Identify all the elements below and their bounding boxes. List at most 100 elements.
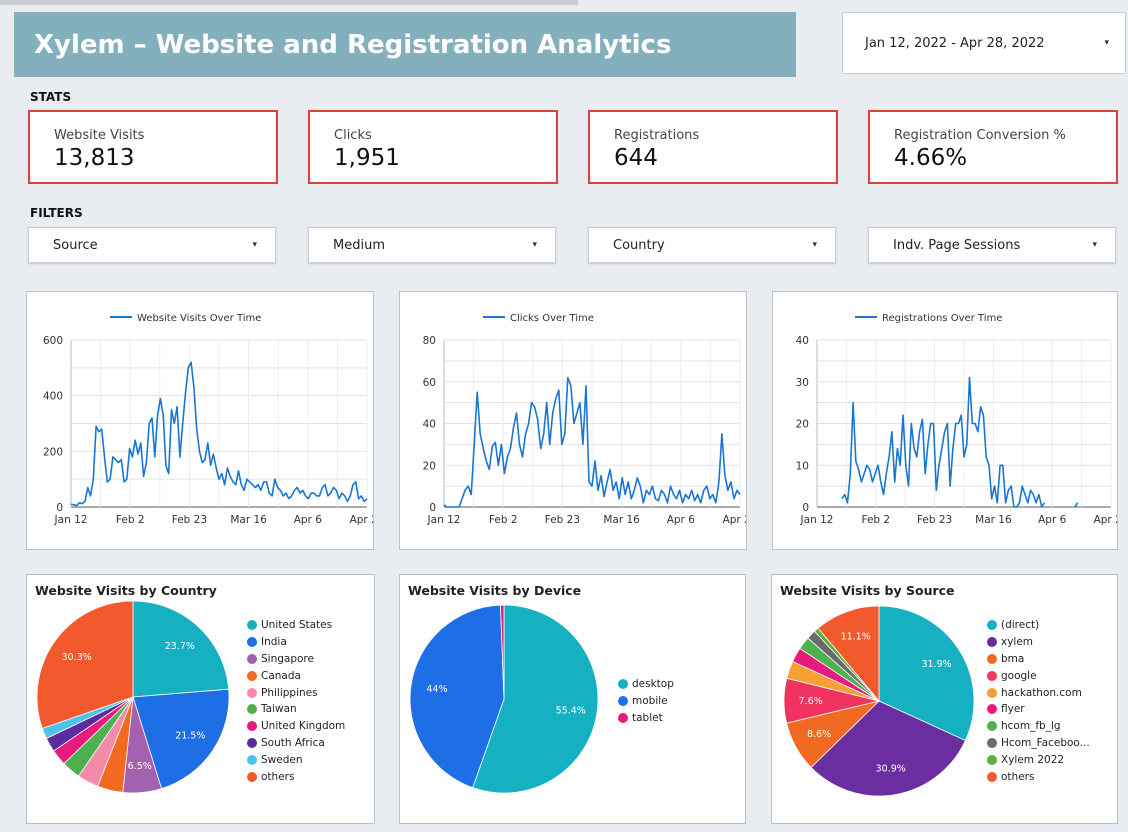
y-tick-label: 30 [796,377,809,389]
x-tick-label: Jan 12 [427,514,461,526]
chart-legend: Website Visits Over Time [110,313,261,324]
legend-label: google [1001,669,1037,682]
legend-label: tablet [632,711,663,724]
x-tick-label: Feb 2 [489,514,518,526]
y-tick-label: 600 [43,335,63,347]
legend-label: xylem [1001,636,1034,649]
date-range-picker[interactable]: Jan 12, 2022 - Apr 28, 2022 ▾ [842,12,1126,74]
x-tick-label: Apr 6 [667,514,696,526]
chart-visits-by-source: Website Visits by Source 31.9% 30.9% 8.6% 7… [771,574,1118,824]
legend-swatch [987,670,997,681]
x-tick-label: Feb 23 [917,514,952,526]
legend-label: Sweden [261,753,303,766]
chart-legend: (direct) xylem bma google hackathon.com flyer… [987,617,1090,785]
legend-label: South Africa [261,736,325,749]
legend-item: google [987,667,1090,684]
y-tick-label: 40 [423,419,436,431]
y-tick-label: 200 [43,446,63,458]
legend-item: desktop [618,676,674,693]
filter-label: Country [613,237,665,253]
legend-label: Canada [261,669,301,682]
filter-page-sessions[interactable]: Indv. Page Sessions ▾ [868,227,1116,263]
legend-label: Clicks Over Time [510,313,594,324]
legend-swatch [987,721,997,732]
top-border [0,0,578,5]
legend-label: Website Visits Over Time [137,313,261,324]
kpi-value: 644 [614,145,658,171]
legend-item: South Africa [247,735,345,752]
legend-swatch [618,679,628,690]
dashboard-title: Xylem – Website and Registration Analyti… [14,12,796,77]
slice-data-label: 7.6% [799,696,823,707]
legend-label: hackathon.com [1001,686,1082,699]
date-range-label: Jan 12, 2022 - Apr 28, 2022 [865,35,1045,51]
legend-item: hackathon.com [987,684,1090,701]
legend-swatch [987,637,997,648]
kpi-registration-conversion: Registration Conversion % 4.66% [868,110,1118,184]
legend-item: Canada [247,667,345,684]
legend-label: others [1001,770,1035,783]
x-tick-label: Feb 2 [861,514,890,526]
kpi-label: Website Visits [54,128,145,143]
slice-data-label: 6.5% [128,761,152,772]
filter-country[interactable]: Country ▾ [588,227,836,263]
slice-data-label: 30.9% [876,763,906,774]
legend-swatch [987,687,997,698]
kpi-website-visits: Website Visits 13,813 [28,110,278,184]
y-tick-label: 0 [56,502,63,514]
line-chart-svg: Website Visits Over Time 0 200 400 600 Jan 12… [43,313,373,526]
filter-label: Indv. Page Sessions [893,237,1021,253]
x-tick-label: Feb 23 [172,514,207,526]
x-tick-label: Apr 6 [1038,514,1067,526]
legend-label: Registrations Over Time [882,313,1002,324]
filter-label: Medium [333,237,385,253]
x-tick-label: Feb 2 [116,514,145,526]
legend-label: desktop [632,678,674,691]
slice-data-label: 21.5% [175,731,205,742]
legend-swatch [987,771,997,782]
filter-source[interactable]: Source ▾ [28,227,276,263]
filter-medium[interactable]: Medium ▾ [308,227,556,263]
legend-label: mobile [632,695,668,708]
kpi-label: Clicks [334,128,372,143]
slice-data-label: 55.4% [556,705,586,716]
legend-item: Hcom_Faceboo... [987,735,1090,752]
legend-swatch [247,721,257,732]
kpi-value: 4.66% [894,145,968,171]
legend-swatch [987,754,997,765]
legend-swatch [987,704,997,715]
pie-chart-svg: 55.4% 44% [409,604,599,794]
legend-swatch [987,737,997,748]
slice-data-label: 30.3% [62,652,92,663]
legend-swatch [247,620,257,631]
legend-item: Singapore [247,651,345,668]
y-tick-label: 0 [429,502,436,514]
chevron-down-icon: ▾ [1104,38,1109,48]
legend-swatch [247,737,257,748]
filter-label: Source [53,237,98,253]
kpi-value: 13,813 [54,145,135,171]
line-chart-svg: Registrations Over Time 0 10 20 30 40 Jan 12 Fe… [796,313,1117,526]
chart-visits-by-country: Website Visits by Country 23.7% 21.5% 6.5%… [26,574,375,824]
x-tick-label: Jan 12 [54,514,88,526]
legend-label: Singapore [261,652,314,665]
x-tick-label: Mar 16 [230,514,267,526]
legend-swatch [247,704,257,715]
legend-swatch [247,754,257,765]
legend-swatch [247,637,257,648]
line-chart-svg: Clicks Over Time 0 20 40 60 80 Jan 12 Feb 2 Feb … [423,313,746,526]
chevron-down-icon: ▾ [532,240,537,250]
legend-item: United Kingdom [247,718,345,735]
kpi-registrations: Registrations 644 [588,110,838,184]
legend-label: (direct) [1001,619,1040,632]
series-line [841,376,1079,508]
chart-legend: Registrations Over Time [855,313,1002,324]
legend-swatch [987,620,997,631]
legend-item: India [247,634,345,651]
legend-label: Taiwan [261,703,297,716]
x-tick-label: Apr 27 [1094,514,1117,526]
chart-clicks-over-time: Clicks Over Time 0 20 40 60 80 Jan 12 Feb 2 Feb … [399,291,747,550]
legend-item: Philippines [247,684,345,701]
legend-item: (direct) [987,617,1090,634]
slice-data-label: 44% [427,684,448,695]
